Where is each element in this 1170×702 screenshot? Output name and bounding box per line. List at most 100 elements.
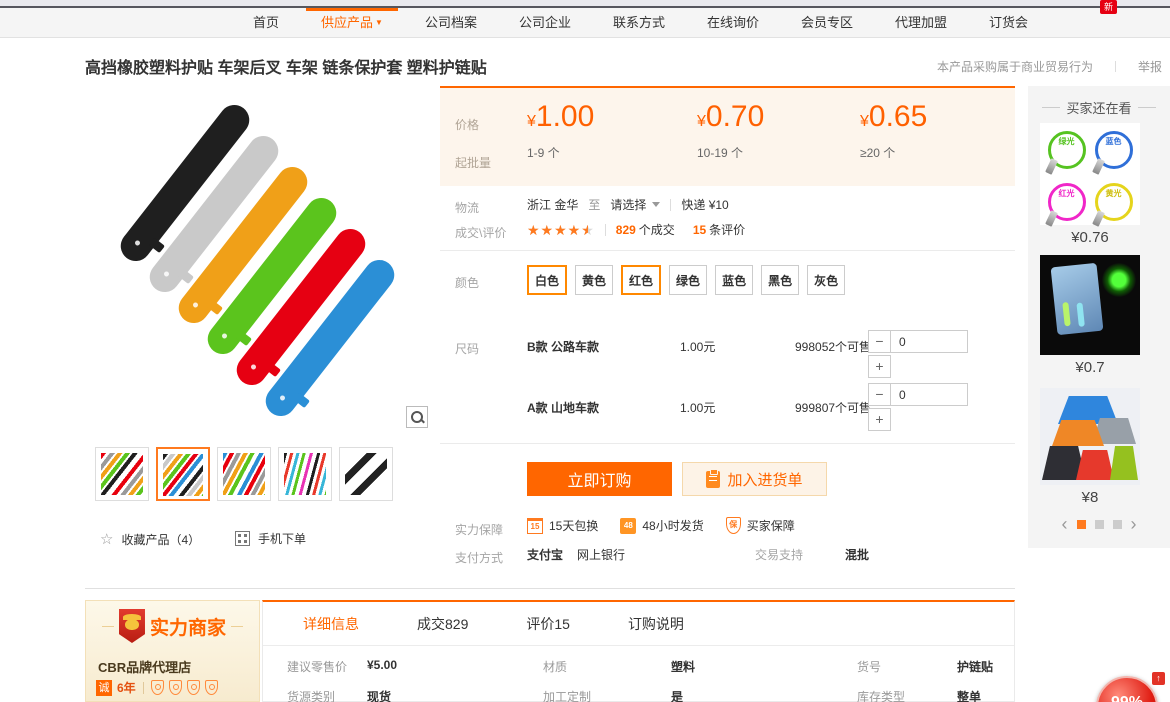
logistics-label: 物流 xyxy=(455,199,479,216)
color-option-yellow[interactable]: 黄色 xyxy=(575,265,613,295)
thumbnail-5[interactable] xyxy=(339,447,393,501)
color-option-white[interactable]: 白色 xyxy=(527,265,567,295)
recommend-product-3-image[interactable] xyxy=(1040,388,1140,485)
deals-label: 成交\评价 xyxy=(455,224,506,241)
valve-light-red: 红光 xyxy=(1048,183,1086,221)
recommend-product-2-image[interactable] xyxy=(1040,255,1140,355)
recommend-pager: ‹ › xyxy=(1028,518,1170,530)
price-label: 价格 xyxy=(455,116,479,133)
blister-pack xyxy=(1051,263,1104,335)
price-tier-1: ¥1.00 1-9 个 xyxy=(527,100,687,161)
thumbnail-2-selected[interactable] xyxy=(156,447,210,501)
price-tier-2: ¥0.70 10-19 个 xyxy=(697,100,857,161)
nav-item-products[interactable]: 供应产品▼ xyxy=(300,8,404,37)
tab-detail-info[interactable]: 详细信息 xyxy=(303,614,359,634)
express-fee: 快递 ¥10 xyxy=(681,196,728,213)
price-tier-3: ¥0.65 ≥20 个 xyxy=(860,100,1020,161)
plus-button[interactable]: + xyxy=(868,355,891,378)
color-option-blue[interactable]: 蓝色 xyxy=(715,265,753,295)
deal-count[interactable]: 829 xyxy=(616,223,636,237)
mobile-order[interactable]: 手机下单 xyxy=(235,530,306,547)
divider xyxy=(605,224,606,236)
trade-notice: 本产品采购属于商业贸易行为 xyxy=(937,58,1093,75)
review-count[interactable]: 15 xyxy=(693,223,706,237)
shield-icon: 保 xyxy=(726,517,741,534)
service-shield-icon xyxy=(151,680,164,695)
thumbnail-strip xyxy=(95,447,393,501)
nav-item-contact[interactable]: 联系方式 xyxy=(592,8,686,37)
magnifier-icon[interactable] xyxy=(406,406,428,428)
qty-input-b[interactable] xyxy=(890,330,968,353)
color-option-gray[interactable]: 灰色 xyxy=(807,265,845,295)
order-now-button[interactable]: 立即订购 xyxy=(527,462,672,496)
seller-credit-row: 诚 6年 xyxy=(96,679,218,696)
service-shield-icon xyxy=(187,680,200,695)
detail-row-1: 建议零售价¥5.00 材质塑料 货号护链贴 xyxy=(263,658,1014,675)
pager-dot-1[interactable] xyxy=(1077,520,1086,529)
guarantee-buyer: 保 买家保障 xyxy=(726,517,795,534)
tab-reviews[interactable]: 评价15 xyxy=(526,614,570,634)
guarantee-15day: 15 15天包换 xyxy=(527,517,598,534)
tab-order-notes[interactable]: 订购说明 xyxy=(628,614,684,634)
valve-light-yellow: 黄光 xyxy=(1095,183,1133,221)
chevron-down-icon[interactable] xyxy=(652,202,660,207)
pager-dot-2[interactable] xyxy=(1095,520,1104,529)
chevron-left-icon[interactable]: ‹ xyxy=(1062,518,1068,530)
payment-alipay: 支付宝 xyxy=(527,546,563,563)
product-main-image[interactable] xyxy=(95,98,430,430)
nav-item-inquiry[interactable]: 在线询价 xyxy=(686,8,780,37)
recommend-sidebar: 买家还在看 绿光 蓝色 红光 黄光 ¥0.76 ¥0.7 ¥8 ‹ xyxy=(1028,86,1170,548)
destination-select[interactable]: 请选择 xyxy=(610,196,646,213)
chevron-right-icon[interactable]: › xyxy=(1131,518,1137,530)
color-option-green[interactable]: 绿色 xyxy=(669,265,707,295)
guarantee-label: 实力保障 xyxy=(455,521,503,538)
favorite-product[interactable]: ☆ 收藏产品（4） xyxy=(100,530,200,548)
color-option-black[interactable]: 黑色 xyxy=(761,265,799,295)
detail-tabs: 详细信息 成交829 评价15 订购说明 xyxy=(263,602,1014,646)
nav-item-home[interactable]: 首页 xyxy=(232,8,300,37)
nav-item-member-zone[interactable]: 会员专区 xyxy=(780,8,874,37)
satisfaction-badge[interactable]: 99% xyxy=(1096,676,1158,702)
seller-card: 实力商家 CBR品牌代理店 诚 6年 xyxy=(85,600,260,702)
mobile-order-label: 手机下单 xyxy=(258,530,306,547)
add-to-cart-button[interactable]: 加入进货单 xyxy=(682,462,827,496)
service-shield-icon xyxy=(169,680,182,695)
nav-item-order-fair[interactable]: 订货会 xyxy=(968,8,1049,37)
product-page: 新 首页 供应产品▼ 公司档案 公司企业 联系方式 在线询价 会员专区 代理加盟… xyxy=(0,0,1170,702)
detail-panel: 详细信息 成交829 评价15 订购说明 建议零售价¥5.00 材质塑料 货号护… xyxy=(262,600,1015,702)
green-glow xyxy=(1102,263,1136,297)
qty-input-a[interactable] xyxy=(890,383,968,406)
thumbnail-1[interactable] xyxy=(95,447,149,501)
credit-icon: 诚 xyxy=(96,680,112,696)
title-right: 本产品采购属于商业贸易行为 举报 xyxy=(937,58,1162,75)
seller-name[interactable]: CBR品牌代理店 xyxy=(98,657,191,676)
thumbnail-4[interactable] xyxy=(278,447,332,501)
deals-row: ★★★★★★★★★★ 829 个成交 15 条评价 xyxy=(527,221,745,238)
strength-seller-bull-icon xyxy=(119,609,145,643)
report-link[interactable]: 举报 xyxy=(1138,58,1162,75)
new-badge: 新 xyxy=(1100,0,1117,14)
trade-support-label: 交易支持 xyxy=(755,546,803,563)
payment-netbank: 网上银行 xyxy=(577,546,625,563)
thumbnail-3[interactable] xyxy=(217,447,271,501)
plus-button[interactable]: + xyxy=(868,408,891,431)
chevron-down-icon: ▼ xyxy=(375,18,383,27)
color-options: 白色 黄色 红色 绿色 蓝色 黑色 灰色 xyxy=(527,265,845,295)
divider xyxy=(143,682,144,694)
qr-code-icon xyxy=(235,531,250,546)
recommend-product-1-image[interactable]: 绿光 蓝色 红光 黄光 xyxy=(1040,123,1140,225)
nav-item-company-profile[interactable]: 公司档案 xyxy=(404,8,498,37)
nav-item-agency[interactable]: 代理加盟 xyxy=(874,8,968,37)
logistics-origin: 浙江 金华 xyxy=(527,196,578,213)
pager-dot-3[interactable] xyxy=(1113,520,1122,529)
minus-button[interactable]: − xyxy=(868,330,891,353)
nav-item-company[interactable]: 公司企业 xyxy=(498,8,592,37)
tab-deals[interactable]: 成交829 xyxy=(417,614,468,634)
payment-row: 支付宝 网上银行 xyxy=(527,546,625,563)
clock-48-icon: 48 xyxy=(620,518,636,534)
strength-seller-badge: 实力商家 xyxy=(150,613,226,640)
top-banner xyxy=(0,0,1170,8)
color-option-red[interactable]: 红色 xyxy=(621,265,661,295)
minus-button[interactable]: − xyxy=(868,383,891,406)
up-arrow-icon[interactable]: ↑ xyxy=(1152,672,1165,685)
